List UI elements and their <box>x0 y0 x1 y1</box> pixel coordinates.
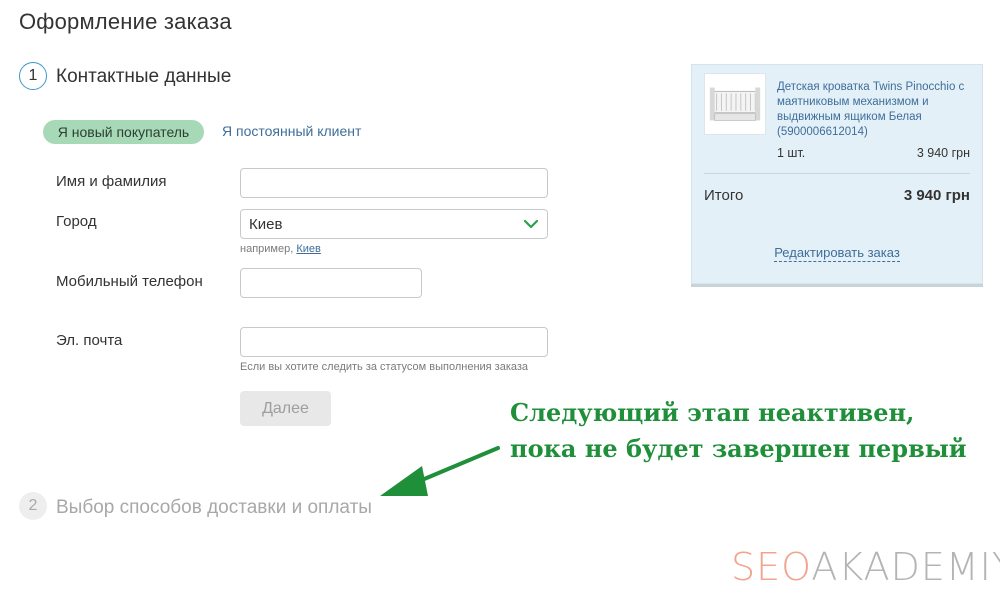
product-quantity: 1 шт. <box>777 146 806 160</box>
tab-new-customer[interactable]: Я новый покупатель <box>43 120 204 144</box>
logo-part-akademiya: AKADEMIYA <box>811 545 1000 589</box>
annotation-line-1: Следующий этап неактивен, <box>510 398 915 427</box>
email-label: Эл. почта <box>56 332 123 349</box>
city-hint-link[interactable]: Киев <box>296 243 321 255</box>
annotation-line-2: пока не будет завершен первый <box>510 434 967 463</box>
next-button[interactable]: Далее <box>240 391 331 426</box>
city-hint: например, Киев <box>240 243 321 255</box>
page-title: Оформление заказа <box>19 9 232 34</box>
edit-order-link-text[interactable]: Редактировать заказ <box>774 245 900 262</box>
annotation-text: Следующий этап неактивен, пока не будет … <box>510 395 967 467</box>
step-1-number: 1 <box>19 62 47 90</box>
name-label: Имя и фамилия <box>56 173 167 190</box>
email-hint: Если вы хотите следить за статусом выпол… <box>240 361 529 373</box>
product-image <box>704 73 766 135</box>
divider <box>704 173 970 174</box>
chevron-down-icon <box>523 219 539 229</box>
city-hint-prefix: например, <box>240 243 294 255</box>
phone-input[interactable] <box>240 268 422 298</box>
step-1-label: Контактные данные <box>56 66 232 87</box>
city-select[interactable]: Киев <box>240 209 548 239</box>
crib-image <box>709 87 761 121</box>
phone-label: Мобильный телефон <box>56 273 203 290</box>
email-input[interactable] <box>240 327 548 357</box>
city-label: Город <box>56 213 97 230</box>
step-2-number: 2 <box>19 492 47 520</box>
total-value: 3 940 грн <box>903 187 970 204</box>
name-input[interactable] <box>240 168 548 198</box>
order-summary: Детская кроватка Twins Pinocchio с маятн… <box>691 64 983 284</box>
tab-regular-customer[interactable]: Я постоянный клиент <box>222 123 361 139</box>
edit-order-link[interactable]: Редактировать заказ <box>692 245 982 262</box>
arrow-icon <box>380 446 500 496</box>
step-2-label[interactable]: Выбор способов доставки и оплаты <box>56 497 372 519</box>
city-select-value: Киев <box>249 215 283 233</box>
logo-part-seo: SEO <box>731 545 812 589</box>
product-name-link[interactable]: Детская кроватка Twins Pinocchio с маятн… <box>777 80 977 140</box>
product-price: 3 940 грн <box>916 146 970 160</box>
total-label: Итого <box>704 187 744 204</box>
watermark-logo: SEOAKADEMIYA <box>731 548 1000 586</box>
